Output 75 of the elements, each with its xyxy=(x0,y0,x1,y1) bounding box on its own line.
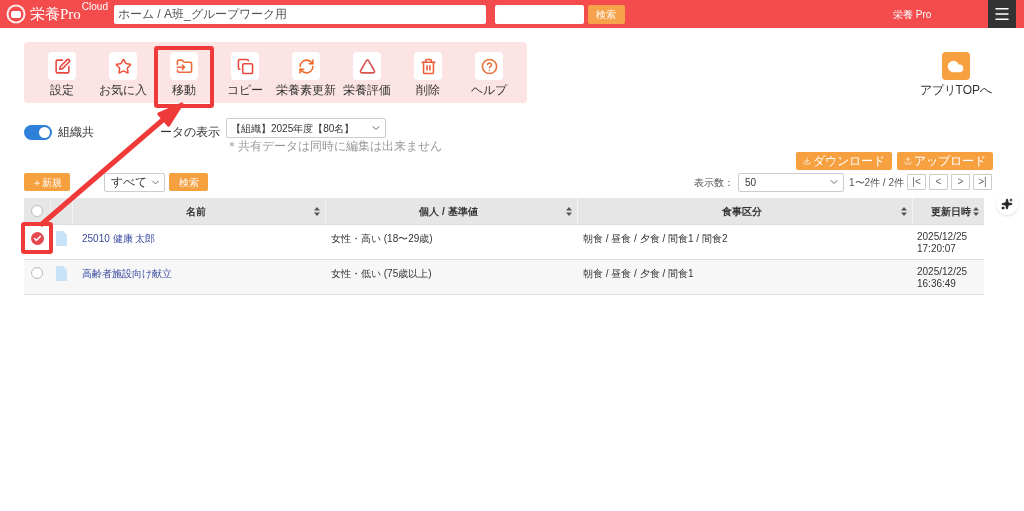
toolbar-label: お気に入 xyxy=(99,84,147,96)
column-header[interactable]: 名前 xyxy=(78,203,314,219)
app-top-button[interactable] xyxy=(941,52,970,80)
search-field[interactable] xyxy=(495,4,584,24)
select-all-checkbox[interactable] xyxy=(31,205,43,217)
assistant-button[interactable] xyxy=(996,193,1018,215)
sparkle-icon xyxy=(1001,198,1013,210)
upload-icon xyxy=(904,157,912,165)
refresh-icon xyxy=(297,57,315,75)
toolbar-label: 移動 xyxy=(172,84,196,96)
download-icon xyxy=(803,157,811,165)
help-icon xyxy=(480,57,498,75)
pager-button[interactable]: >| xyxy=(973,174,992,190)
document-icon xyxy=(55,231,67,246)
name-link[interactable]: 25010 健康 太郎 xyxy=(72,231,325,246)
toolbar-label: 栄養評価 xyxy=(343,84,391,96)
logo-superscript: Cloud xyxy=(81,2,108,12)
toolbar-label: 栄養素更新 xyxy=(276,84,336,96)
toggle-switch[interactable] xyxy=(24,124,52,140)
toolbar-button[interactable] xyxy=(170,52,198,80)
table-cell-text: 2025/12/25 xyxy=(917,266,969,278)
pager-button[interactable]: > xyxy=(951,174,970,190)
table-cell-text: 16:36:49 xyxy=(917,278,957,290)
filter-select[interactable]: すべて xyxy=(104,172,165,192)
pager-button[interactable]: |< xyxy=(907,174,926,190)
column-header[interactable]: 食事区分 xyxy=(583,203,901,219)
copy-icon xyxy=(236,57,254,75)
toolbar-button[interactable] xyxy=(48,52,76,80)
pager-button[interactable]: < xyxy=(929,174,948,190)
pencil-square-icon xyxy=(53,57,71,75)
toolbar-button[interactable] xyxy=(109,52,137,80)
sort-icon[interactable] xyxy=(901,206,907,216)
sort-icon[interactable] xyxy=(566,206,572,216)
row-checkbox[interactable] xyxy=(31,267,43,279)
menu-button[interactable] xyxy=(988,0,1016,28)
name-link[interactable]: 高齢者施設向け献立 xyxy=(72,266,325,281)
group-select[interactable]: 【組織】2025年度【80名】 xyxy=(226,118,386,138)
toolbar-button[interactable] xyxy=(292,52,320,80)
menu-icon xyxy=(993,5,1011,23)
toolbar-button[interactable] xyxy=(475,52,503,80)
trash-icon xyxy=(419,57,437,75)
triangle-icon xyxy=(358,57,376,75)
shared-note: ＊共有データは同時に編集は出来ません xyxy=(226,140,442,152)
column-header[interactable]: 個人 / 基準値 xyxy=(331,203,566,219)
toolbar-button[interactable] xyxy=(414,52,442,80)
table-cell-text: 朝食 / 昼食 / 夕食 / 間食1 / 間食2 xyxy=(582,232,729,246)
toggle-label: 組織共 xyxy=(58,124,94,141)
toggle-label: ータの表示 xyxy=(160,124,220,141)
toolbar-label: ヘルプ xyxy=(471,84,507,96)
toolbar-label: 設定 xyxy=(50,84,74,96)
breadcrumb-field[interactable]: ホーム / A班_グループワーク用 xyxy=(114,4,486,24)
result-range: 1〜2件 / 2件 xyxy=(848,175,904,190)
toolbar-button[interactable] xyxy=(231,52,259,80)
logo-icon xyxy=(6,4,26,24)
app-top-label: アプリTOPへ xyxy=(919,84,992,96)
table-cell-text: 女性・低い (75歳以上) xyxy=(330,267,433,281)
folder-arrow-icon xyxy=(175,57,193,75)
table-cell-text: 17:20:07 xyxy=(917,243,957,255)
table-row[interactable]: 高齢者施設向け献立 女性・低い (75歳以上) 朝食 / 昼食 / 夕食 / 間食1 2025/12/25 16:36:49 xyxy=(24,259,984,294)
toolbar-button[interactable] xyxy=(353,52,381,80)
sort-icon[interactable] xyxy=(314,206,320,216)
logo-text: 栄養Pro xyxy=(30,6,81,22)
column-header[interactable]: 更新日時 xyxy=(918,203,973,219)
sort-icon[interactable] xyxy=(973,206,979,216)
table-cell-text: 2025/12/25 xyxy=(917,231,969,243)
page-size-select[interactable]: 50 xyxy=(737,172,844,192)
star-icon xyxy=(114,57,132,75)
table-cell-text: 女性・高い (18〜29歳) xyxy=(330,232,434,246)
page-size-label: 表示数： xyxy=(693,175,734,190)
toolbar-label: 削除 xyxy=(416,84,440,96)
table-cell-text: 朝食 / 昼食 / 夕食 / 間食1 xyxy=(582,267,695,281)
document-icon xyxy=(55,266,67,281)
app-name: 栄養 Pro xyxy=(893,7,932,22)
row-checkbox[interactable] xyxy=(30,232,44,245)
toolbar-label: コピー xyxy=(227,84,263,96)
